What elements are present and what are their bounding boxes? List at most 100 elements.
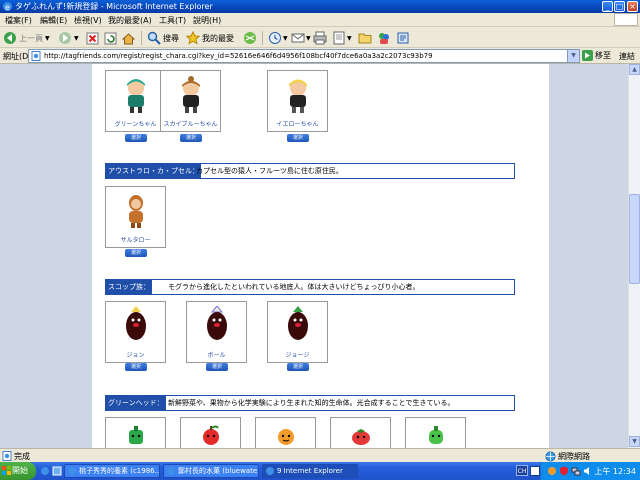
select-button[interactable]: 選択 xyxy=(206,363,228,371)
menu-tools[interactable]: 工具(T) xyxy=(159,15,186,26)
stop-button[interactable] xyxy=(86,30,99,46)
tribe-header-scoop: スコップ族： モグラから進化したといわれている地底人。体は大きいけどちょっぴり小… xyxy=(105,279,515,295)
character-card-veggie-3[interactable] xyxy=(255,417,316,448)
character-card-veggie-2[interactable] xyxy=(180,417,241,448)
page-icon xyxy=(31,51,41,61)
back-label: 上一頁 xyxy=(19,33,43,43)
tray-shield-icon[interactable] xyxy=(559,466,569,476)
tray-volume-icon[interactable] xyxy=(583,466,593,476)
address-input[interactable]: http://tagfriends.com/regist/regist_char… xyxy=(28,49,580,63)
close-button[interactable]: × xyxy=(627,1,638,12)
character-card-skyblue[interactable]: スカイブルーちゃん xyxy=(160,70,221,132)
scrollbar-thumb[interactable] xyxy=(629,194,640,284)
taskbar-task-3[interactable]: 9 Internet Explorer xyxy=(262,464,358,478)
taskbar-task-1[interactable]: 桃子秀秀的養素 (c1986... xyxy=(64,464,160,478)
character-apple-icon xyxy=(203,425,219,445)
select-button[interactable]: 選択 xyxy=(180,134,202,142)
discuss-button[interactable] xyxy=(358,30,372,46)
forward-button[interactable]: ▼ xyxy=(58,30,79,46)
favorites-button[interactable]: 我的最愛 xyxy=(186,30,234,46)
taskbar: 開始 桃子秀秀的養素 (c1986... 鄭村長的水菓 (bluewate...… xyxy=(0,462,640,480)
scroll-down-icon[interactable]: ▼ xyxy=(629,436,640,447)
taskbar-task-2[interactable]: 鄭村長的水菓 (bluewate... xyxy=(163,464,259,478)
messenger-button[interactable] xyxy=(377,30,391,46)
document-icon xyxy=(333,31,345,45)
printer-icon xyxy=(313,31,327,45)
menu-bar: 檔案(F) 編輯(E) 檢視(V) 我的最愛(A) 工具(T) 說明(H) xyxy=(0,13,640,27)
character-card-veggie-1[interactable] xyxy=(105,417,166,448)
character-paul-icon xyxy=(207,306,227,340)
maximize-button[interactable]: □ xyxy=(614,1,625,12)
select-button[interactable]: 選択 xyxy=(125,134,147,142)
title-bar[interactable]: e タゲふれんず!新規登録 - Microsoft Internet Explo… xyxy=(0,0,640,13)
tribe-description: モグラから進化したといわれている地底人。体は大きいけどちょっぴり小心者。 xyxy=(168,283,420,291)
research-button[interactable] xyxy=(396,30,410,46)
mail-button[interactable]: ▼ xyxy=(291,30,311,46)
select-button[interactable]: 選択 xyxy=(287,363,309,371)
tray-messenger-icon[interactable] xyxy=(547,466,557,476)
back-dropdown-icon[interactable]: ▼ xyxy=(45,35,50,42)
history-button[interactable]: ▼ xyxy=(268,30,288,46)
refresh-button[interactable] xyxy=(104,30,117,46)
character-tomato-icon xyxy=(352,429,370,445)
input-method-icon[interactable] xyxy=(530,466,540,476)
page-viewport: グリーンちゃん 選択 スカイブルーちゃん 選択 イエローちゃん 選択 アウストラ… xyxy=(0,64,628,448)
links-button[interactable]: 連結 xyxy=(619,51,635,62)
character-sarutaro-icon xyxy=(129,195,143,228)
character-card-yellow[interactable]: イエローちゃん xyxy=(267,70,328,132)
tray-network-icon[interactable] xyxy=(571,466,581,476)
forward-dropdown-icon[interactable]: ▼ xyxy=(74,35,79,42)
folder-icon xyxy=(358,33,372,44)
character-name: ジョージ xyxy=(285,352,310,359)
edit-dropdown-icon[interactable]: ▼ xyxy=(347,35,352,42)
task-label: 鄭村長的水菓 (bluewate... xyxy=(178,467,259,475)
character-card-sarutaro[interactable]: サルタロー xyxy=(105,186,166,248)
character-name: ボール xyxy=(207,352,226,359)
page-content: グリーンちゃん 選択 スカイブルーちゃん 選択 イエローちゃん 選択 アウストラ… xyxy=(92,64,549,448)
character-george-icon xyxy=(288,306,308,340)
character-green-icon xyxy=(127,79,145,113)
menu-favorites[interactable]: 我的最愛(A) xyxy=(108,15,152,26)
menu-edit[interactable]: 編輯(E) xyxy=(40,15,67,26)
go-button[interactable]: 移至 xyxy=(582,50,611,61)
menu-file[interactable]: 檔案(F) xyxy=(5,15,32,26)
character-orange-icon xyxy=(278,429,294,445)
select-button[interactable]: 選択 xyxy=(287,134,309,142)
ie-task-icon xyxy=(266,467,274,475)
tribe-name: アウストラロ・カ・プセル： xyxy=(106,164,201,178)
toolbar-separator xyxy=(141,31,142,45)
select-button[interactable]: 選択 xyxy=(125,249,147,257)
home-button[interactable] xyxy=(122,30,135,46)
stop-icon xyxy=(86,32,99,44)
ie-icon: e xyxy=(3,2,12,12)
character-card-green[interactable]: グリーンちゃん xyxy=(105,70,166,132)
forward-arrow-icon xyxy=(59,32,71,44)
search-button[interactable]: 搜尋 xyxy=(147,30,179,46)
quicklaunch-ie-icon[interactable] xyxy=(40,466,50,476)
address-url: http://tagfriends.com/regist/regist_char… xyxy=(44,52,433,60)
character-card-paul[interactable]: ボール xyxy=(186,301,247,363)
menu-help[interactable]: 說明(H) xyxy=(193,15,221,26)
mail-dropdown-icon[interactable]: ▼ xyxy=(306,35,311,42)
clock[interactable]: 上午 12:34 xyxy=(594,466,636,477)
minimize-button[interactable]: _ xyxy=(602,1,613,12)
scroll-up-icon[interactable]: ▲ xyxy=(629,64,640,75)
language-indicator[interactable]: CH xyxy=(516,465,528,476)
start-button[interactable]: 開始 xyxy=(0,462,36,480)
menu-view[interactable]: 檢視(V) xyxy=(74,15,102,26)
messenger-icon xyxy=(379,33,389,44)
address-dropdown-icon[interactable]: ▼ xyxy=(567,50,579,62)
history-dropdown-icon[interactable]: ▼ xyxy=(283,35,288,42)
tribe-description: 新鮮野菜や、果物から化学実験により生まれた知的生命体。光合成することで生きている… xyxy=(168,399,455,407)
select-button[interactable]: 選択 xyxy=(125,363,147,371)
media-button[interactable] xyxy=(243,30,257,46)
quicklaunch-desktop-icon[interactable] xyxy=(52,466,62,476)
character-card-veggie-4[interactable] xyxy=(330,417,391,448)
vertical-scrollbar[interactable]: ▲ ▼ xyxy=(628,64,640,448)
edit-page-button[interactable]: ▼ xyxy=(332,30,352,46)
print-button[interactable] xyxy=(313,30,327,46)
character-card-john[interactable]: ジョン xyxy=(105,301,166,363)
back-button[interactable]: 上一頁 ▼ xyxy=(3,30,50,46)
character-card-george[interactable]: ジョージ xyxy=(267,301,328,363)
character-card-veggie-5[interactable] xyxy=(405,417,466,448)
